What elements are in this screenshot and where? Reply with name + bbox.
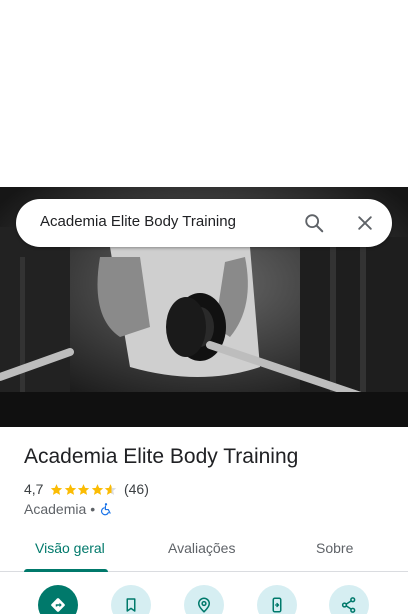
share-button[interactable] xyxy=(329,585,369,614)
place-title: Academia Elite Body Training xyxy=(24,445,299,468)
close-icon[interactable] xyxy=(353,211,377,235)
review-count[interactable]: (46) xyxy=(124,481,149,497)
category-row: Academia • xyxy=(24,500,113,518)
search-input[interactable]: Academia Elite Body Training xyxy=(40,213,236,230)
star-half-icon xyxy=(105,483,117,495)
directions-button[interactable] xyxy=(38,585,78,614)
place-category: Academia xyxy=(24,501,87,517)
star-rating xyxy=(50,483,118,496)
directions-icon xyxy=(51,598,65,612)
send-to-phone-button[interactable] xyxy=(257,585,297,614)
share-icon xyxy=(341,597,356,613)
star-icon xyxy=(64,483,77,495)
tab-indicator xyxy=(24,569,108,572)
action-buttons xyxy=(0,585,408,614)
star-icon xyxy=(78,483,90,495)
nearby-button[interactable] xyxy=(184,585,224,614)
rating-value: 4,7 xyxy=(24,481,44,497)
star-icon xyxy=(51,483,63,495)
tab-overview[interactable]: Visão geral xyxy=(35,540,105,556)
save-button[interactable] xyxy=(111,585,151,614)
tab-about[interactable]: Sobre xyxy=(316,540,353,556)
rating-row[interactable]: 4,7 (46) xyxy=(24,480,149,498)
star-icon xyxy=(91,483,104,495)
nearby-icon xyxy=(197,597,211,613)
wheelchair-icon xyxy=(101,503,111,516)
send-to-phone-icon xyxy=(272,597,282,613)
save-icon xyxy=(126,598,136,612)
tab-reviews[interactable]: Avaliações xyxy=(168,540,235,556)
place-tabs: Visão geral Avaliações Sobre xyxy=(0,528,408,572)
search-icon[interactable] xyxy=(302,211,326,235)
separator: • xyxy=(90,501,96,517)
search-bar[interactable]: Academia Elite Body Training xyxy=(16,199,392,247)
map-blank-area xyxy=(0,0,408,187)
